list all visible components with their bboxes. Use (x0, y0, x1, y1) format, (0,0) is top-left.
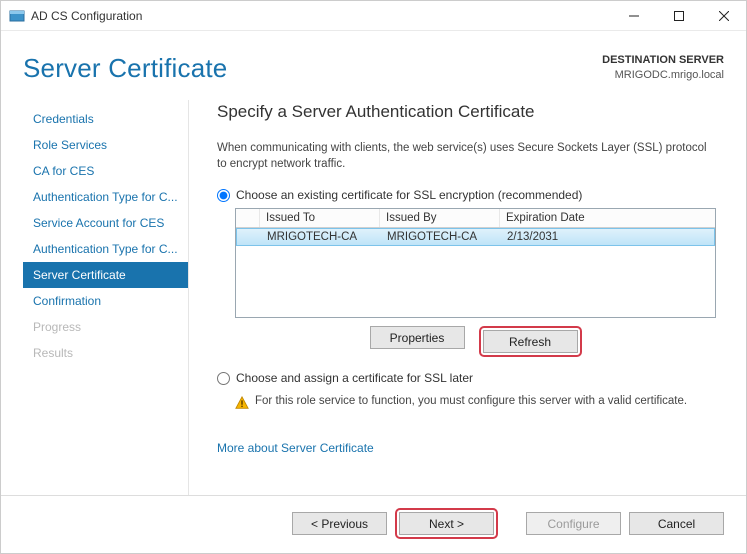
maximize-button[interactable] (656, 1, 701, 31)
option-later-label: Choose and assign a certificate for SSL … (236, 371, 473, 385)
wizard-footer: < Previous Next > Configure Cancel (1, 495, 746, 553)
content-heading: Specify a Server Authentication Certific… (217, 102, 716, 122)
certificate-grid: Issued To Issued By Expiration Date MRIG… (235, 208, 716, 318)
step-credentials[interactable]: Credentials (23, 106, 188, 132)
warning-row: For this role service to function, you m… (235, 395, 716, 413)
refresh-highlight: Refresh (479, 326, 582, 357)
properties-button[interactable]: Properties (370, 326, 465, 349)
grid-header-issued-by[interactable]: Issued By (380, 209, 500, 227)
destination-label: DESTINATION SERVER (602, 53, 724, 68)
destination-block: DESTINATION SERVER MRIGODC.mrigo.local (602, 53, 724, 84)
option-later-cert[interactable]: Choose and assign a certificate for SSL … (217, 371, 716, 385)
cell-issued-to: MRIGOTECH-CA (261, 229, 381, 245)
next-highlight: Next > (395, 508, 498, 539)
page-title: Server Certificate (23, 53, 602, 84)
step-auth-type-2[interactable]: Authentication Type for C... (23, 236, 188, 262)
radio-later[interactable] (217, 372, 230, 385)
cell-expiration: 2/13/2031 (501, 229, 714, 245)
radio-existing[interactable] (217, 189, 230, 202)
warning-text: For this role service to function, you m… (255, 395, 687, 407)
wizard-content: Specify a Server Authentication Certific… (199, 100, 724, 495)
step-role-services[interactable]: Role Services (23, 132, 188, 158)
cert-buttons-row: Properties Refresh (235, 326, 716, 357)
warning-icon (235, 396, 249, 413)
step-results: Results (23, 340, 188, 366)
cell-issued-by: MRIGOTECH-CA (381, 229, 501, 245)
cancel-button[interactable]: Cancel (629, 512, 724, 535)
configure-button: Configure (526, 512, 621, 535)
wizard-body: Credentials Role Services CA for CES Aut… (1, 90, 746, 495)
grid-body: MRIGOTECH-CA MRIGOTECH-CA 2/13/2031 (236, 228, 715, 317)
app-icon (9, 8, 25, 24)
row-selector (237, 229, 261, 245)
wizard-sidebar: Credentials Role Services CA for CES Aut… (23, 100, 189, 495)
step-confirmation[interactable]: Confirmation (23, 288, 188, 314)
certificate-row[interactable]: MRIGOTECH-CA MRIGOTECH-CA 2/13/2031 (236, 228, 715, 246)
close-button[interactable] (701, 1, 746, 31)
step-server-certificate[interactable]: Server Certificate (23, 262, 188, 288)
option-existing-label: Choose an existing certificate for SSL e… (236, 188, 582, 202)
grid-header-blank (236, 209, 260, 227)
step-service-account[interactable]: Service Account for CES (23, 210, 188, 236)
option-existing-cert[interactable]: Choose an existing certificate for SSL e… (217, 188, 716, 202)
step-auth-type-1[interactable]: Authentication Type for C... (23, 184, 188, 210)
content-description: When communicating with clients, the web… (217, 140, 716, 172)
titlebar: AD CS Configuration (1, 1, 746, 31)
previous-button[interactable]: < Previous (292, 512, 387, 535)
step-progress: Progress (23, 314, 188, 340)
window-title: AD CS Configuration (31, 9, 142, 23)
destination-host: MRIGODC.mrigo.local (602, 68, 724, 83)
minimize-button[interactable] (611, 1, 656, 31)
grid-header-expiration[interactable]: Expiration Date (500, 209, 715, 227)
more-about-link[interactable]: More about Server Certificate (217, 441, 716, 455)
page-header: Server Certificate DESTINATION SERVER MR… (1, 31, 746, 90)
next-button[interactable]: Next > (399, 512, 494, 535)
grid-header-issued-to[interactable]: Issued To (260, 209, 380, 227)
step-ca-for-ces[interactable]: CA for CES (23, 158, 188, 184)
refresh-button[interactable]: Refresh (483, 330, 578, 353)
grid-header: Issued To Issued By Expiration Date (236, 209, 715, 228)
